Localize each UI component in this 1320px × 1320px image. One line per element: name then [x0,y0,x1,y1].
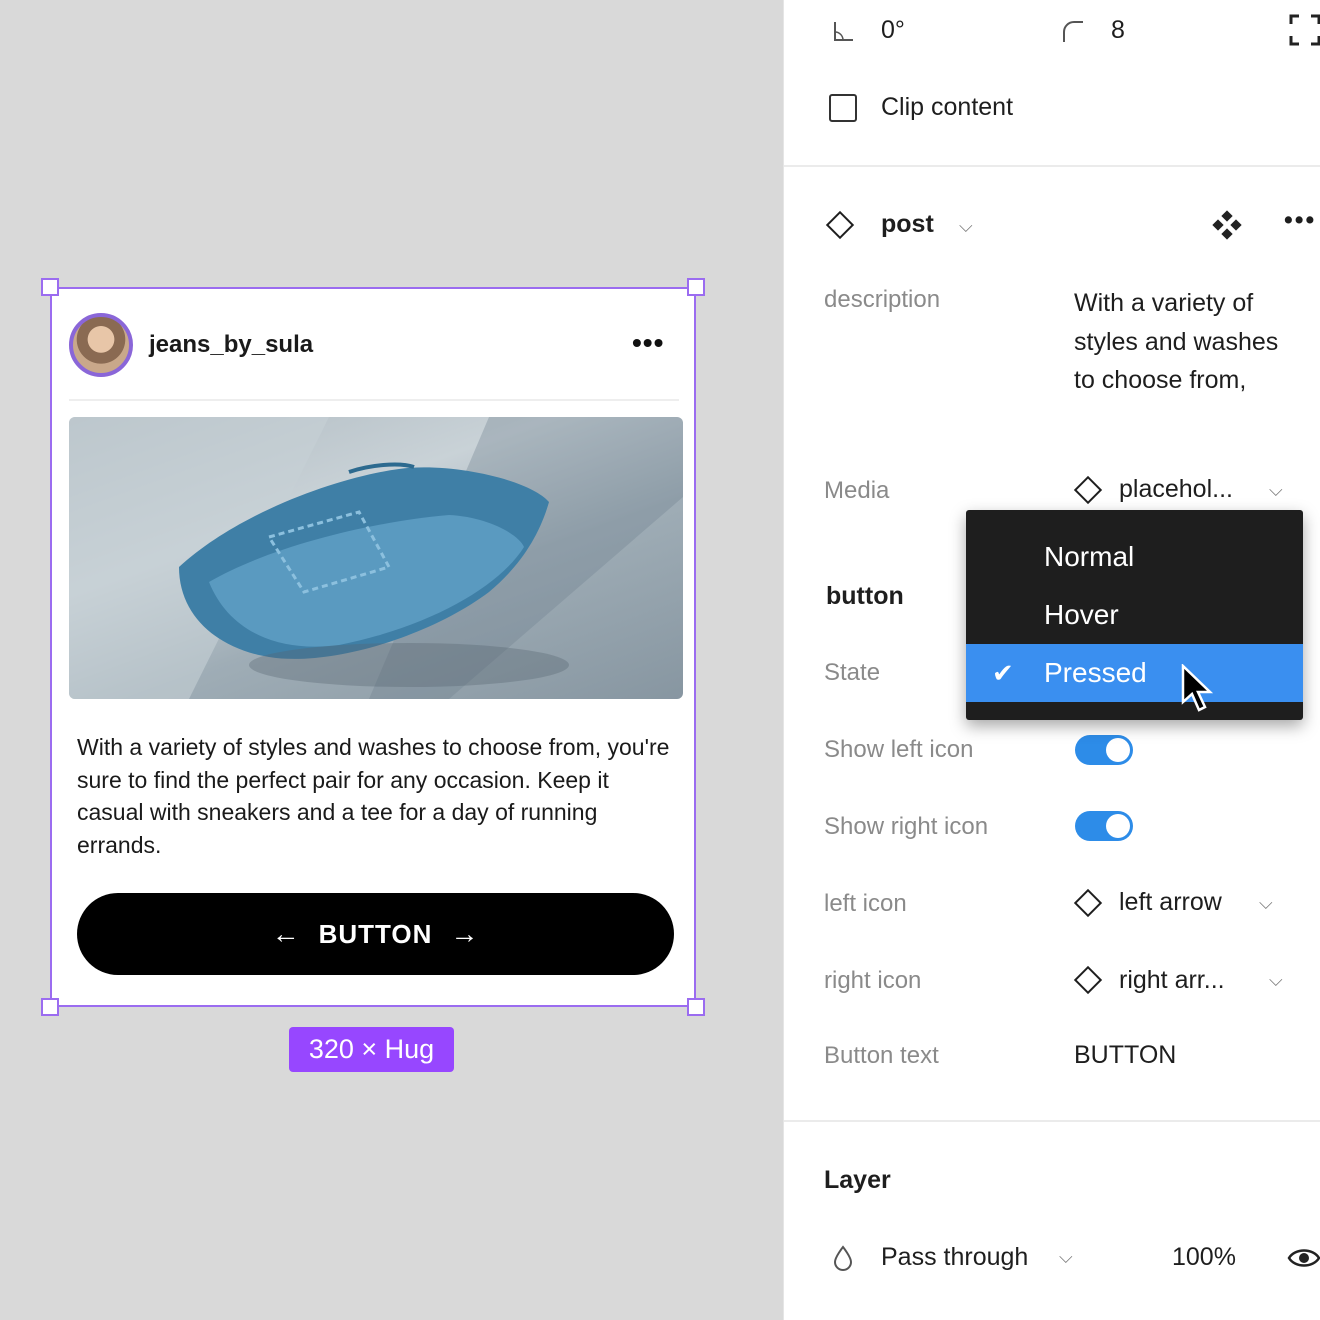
left-icon-label: left icon [824,890,907,917]
state-option-pressed[interactable]: ✔ Pressed [966,644,1303,702]
state-option-hover[interactable]: Hover [966,586,1303,644]
right-icon-label: right icon [824,967,922,994]
mouse-cursor-icon [1181,664,1214,712]
description-value[interactable]: With a variety of styles and washes to c… [1074,284,1304,400]
right-icon-value[interactable]: right arr... [1119,966,1225,995]
show-left-icon-label: Show left icon [824,736,974,763]
post-button[interactable]: ← BUTTON → [77,893,674,975]
design-canvas[interactable]: jeans_by_sula ••• With a variety of styl… [0,0,783,1320]
chevron-down-icon[interactable]: ⌵ [1259,893,1273,914]
description-label: description [824,286,941,313]
component-instance-icon [825,210,855,240]
checkmark-icon: ✔ [992,658,1014,688]
section-divider [784,165,1320,167]
left-arrow-icon: ← [271,918,301,949]
chevron-down-icon[interactable]: ⌵ [1059,1247,1073,1268]
left-icon-value[interactable]: left arrow [1119,888,1222,917]
show-right-icon-label: Show right icon [824,813,989,840]
blend-mode-icon [833,1245,853,1271]
chevron-down-icon[interactable]: ⌵ [1269,970,1283,991]
avatar [69,313,133,377]
component-instance-icon [1073,965,1103,995]
jeans-photo [69,417,683,699]
post-caption: With a variety of styles and washes to c… [77,734,670,858]
media-value[interactable]: placehol... [1119,475,1233,504]
resize-handle-bottom-left[interactable] [41,998,59,1016]
post-username: jeans_by_sula [149,331,314,358]
chevron-down-icon[interactable]: ⌵ [959,216,973,237]
post-button-label: BUTTON [318,918,433,949]
state-option-normal[interactable]: Normal [966,528,1303,586]
opacity-input[interactable]: 100% [1172,1243,1236,1272]
rotation-icon [834,22,853,41]
resize-handle-top-left[interactable] [41,278,59,296]
button-text-value[interactable]: BUTTON [1074,1041,1176,1070]
clip-content-label: Clip content [881,93,1014,121]
post-component-frame[interactable]: jeans_by_sula ••• With a variety of styl… [50,287,696,1007]
post-media-image [69,417,683,699]
component-set-icon[interactable] [1212,210,1242,240]
show-left-icon-toggle[interactable] [1075,735,1133,765]
chevron-down-icon[interactable]: ⌵ [1269,480,1283,501]
show-right-icon-toggle[interactable] [1075,811,1133,841]
component-more-icon[interactable]: ••• [1284,206,1316,235]
state-label: State [824,659,881,686]
state-option-label: Pressed [1044,657,1147,688]
size-badge: 320 × Hug [289,1027,454,1072]
post-header-divider [69,399,679,401]
component-instance-icon [1073,475,1103,505]
button-section-title: button [826,582,904,610]
component-instance-icon [1073,888,1103,918]
right-arrow-icon: → [450,918,480,949]
rotation-input[interactable]: 0° [881,16,905,45]
component-name[interactable]: post [881,210,934,239]
eye-icon[interactable] [1287,1245,1320,1271]
section-divider [784,1120,1320,1122]
state-dropdown-menu[interactable]: Normal Hover ✔ Pressed [966,510,1303,720]
independent-corners-icon[interactable] [1289,14,1320,46]
blend-mode-select[interactable]: Pass through [881,1243,1028,1272]
corner-radius-input[interactable]: 8 [1111,16,1125,45]
layer-section-title: Layer [824,1166,891,1194]
resize-handle-top-right[interactable] [687,278,705,296]
clip-content-checkbox[interactable] [829,94,857,122]
corner-radius-icon [1063,21,1083,42]
media-label: Media [824,477,890,504]
more-horizontal-icon[interactable]: ••• [632,327,664,359]
button-text-label: Button text [824,1042,939,1069]
resize-handle-bottom-right[interactable] [687,998,705,1016]
